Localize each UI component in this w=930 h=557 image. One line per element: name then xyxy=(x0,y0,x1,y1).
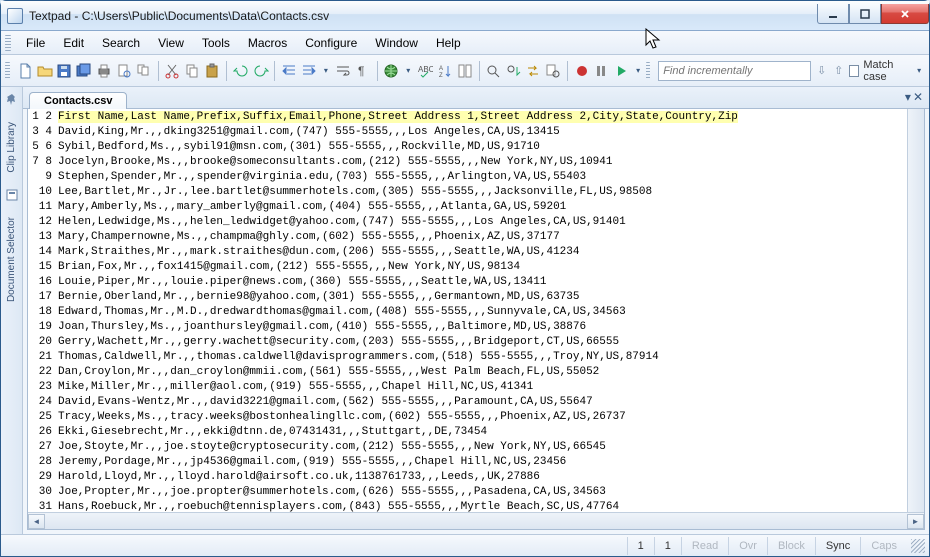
menubar-grip[interactable] xyxy=(5,35,11,51)
search-overflow[interactable]: ▾ xyxy=(913,66,925,75)
spellcheck-icon[interactable]: ABC xyxy=(416,60,434,82)
open-file-icon[interactable] xyxy=(36,60,54,82)
menu-configure[interactable]: Configure xyxy=(296,33,366,53)
play-macro-icon[interactable] xyxy=(612,60,630,82)
titlebar: Textpad - C:\Users\Public\Documents\Data… xyxy=(1,1,929,31)
vertical-scrollbar[interactable] xyxy=(907,109,924,529)
pin-icon[interactable] xyxy=(5,93,19,107)
status-block: Block xyxy=(767,537,815,555)
document-tabs: Contacts.csv ▾ ✕ xyxy=(23,87,929,109)
undo-icon[interactable] xyxy=(232,60,250,82)
print-preview-icon[interactable] xyxy=(115,60,133,82)
show-para-icon[interactable]: ¶ xyxy=(354,60,372,82)
toolbar-grip[interactable] xyxy=(5,62,10,80)
svg-text:A: A xyxy=(439,66,443,72)
web-icon[interactable] xyxy=(382,60,400,82)
maximize-button[interactable] xyxy=(849,4,881,24)
match-case-label: Match case xyxy=(863,59,909,83)
find-next-icon[interactable] xyxy=(504,60,522,82)
scroll-right-icon[interactable]: ► xyxy=(907,514,924,529)
menu-help[interactable]: Help xyxy=(427,33,470,53)
word-wrap-icon[interactable] xyxy=(334,60,352,82)
toolbar: ▾ ¶ ▾ ABC AZ ▾ ⇩ ⇧ Match case ▾ xyxy=(1,55,929,87)
status-caps: Caps xyxy=(860,537,907,555)
menu-macros[interactable]: Macros xyxy=(239,33,296,53)
pause-macro-icon[interactable] xyxy=(592,60,610,82)
statusbar: 1 1 Read Ovr Block Sync Caps xyxy=(1,534,929,556)
status-col: 1 xyxy=(654,537,681,555)
menu-edit[interactable]: Edit xyxy=(54,33,93,53)
copy-icon[interactable] xyxy=(183,60,201,82)
print-icon[interactable] xyxy=(95,60,113,82)
side-tab-clip-library[interactable]: Clip Library xyxy=(3,115,20,180)
record-macro-icon[interactable] xyxy=(573,60,591,82)
side-tab-strip: Clip Library Document Selector xyxy=(1,87,23,534)
tab-contacts[interactable]: Contacts.csv xyxy=(29,92,127,109)
sort-icon[interactable]: AZ xyxy=(436,60,454,82)
find-next-arrow-icon[interactable]: ⇩ xyxy=(815,63,828,79)
menu-search[interactable]: Search xyxy=(93,33,149,53)
save-all-icon[interactable] xyxy=(75,60,93,82)
resize-grip[interactable] xyxy=(911,539,925,553)
text-content[interactable]: First Name,Last Name,Prefix,Suffix,Email… xyxy=(58,109,907,529)
window-controls xyxy=(817,4,929,24)
searchbox-grip[interactable] xyxy=(646,62,650,80)
redo-icon[interactable] xyxy=(252,60,270,82)
close-button[interactable] xyxy=(881,4,929,24)
svg-text:¶: ¶ xyxy=(358,64,364,78)
web-dropdown[interactable]: ▾ xyxy=(402,66,414,75)
menu-file[interactable]: File xyxy=(17,33,54,53)
paste-icon[interactable] xyxy=(203,60,221,82)
incremental-search: ⇩ ⇧ Match case ▾ xyxy=(646,59,925,83)
find-prev-arrow-icon[interactable]: ⇧ xyxy=(832,63,845,79)
scroll-left-icon[interactable]: ◄ xyxy=(28,514,45,529)
find-in-files-icon[interactable] xyxy=(544,60,562,82)
side-tab-document-selector[interactable]: Document Selector xyxy=(3,210,20,309)
tab-close-icon[interactable]: ✕ xyxy=(913,90,923,104)
indent-right-icon[interactable] xyxy=(300,60,318,82)
svg-text:Z: Z xyxy=(439,73,443,79)
tab-dropdown-icon[interactable]: ▾ xyxy=(905,90,911,104)
indent-left-icon[interactable] xyxy=(280,60,298,82)
horizontal-scrollbar[interactable]: ◄ ► xyxy=(28,512,924,529)
find-icon[interactable] xyxy=(485,60,503,82)
toolbar-overflow-1[interactable]: ▾ xyxy=(320,66,332,75)
replace-icon[interactable] xyxy=(524,60,542,82)
status-sync: Sync xyxy=(815,537,860,555)
minimize-button[interactable] xyxy=(817,4,849,24)
find-input[interactable] xyxy=(658,61,811,81)
window-title: Textpad - C:\Users\Public\Documents\Data… xyxy=(29,9,817,23)
editor[interactable]: 1 2 3 4 5 6 7 8 9 10 11 12 13 14 15 16 1… xyxy=(27,109,925,530)
app-icon xyxy=(7,8,23,24)
menu-tools[interactable]: Tools xyxy=(193,33,239,53)
compare-icon[interactable] xyxy=(456,60,474,82)
menubar: File Edit Search View Tools Macros Confi… xyxy=(1,31,929,55)
save-icon[interactable] xyxy=(56,60,74,82)
doc-selector-icon[interactable] xyxy=(5,188,19,202)
status-ovr: Ovr xyxy=(728,537,767,555)
toolbar-overflow-2[interactable]: ▾ xyxy=(632,66,644,75)
menu-view[interactable]: View xyxy=(149,33,193,53)
match-case-checkbox[interactable] xyxy=(849,65,859,77)
manage-files-icon[interactable] xyxy=(135,60,153,82)
svg-text:ABC: ABC xyxy=(418,65,433,74)
status-line: 1 xyxy=(627,537,654,555)
cut-icon[interactable] xyxy=(163,60,181,82)
new-file-icon[interactable] xyxy=(16,60,34,82)
line-gutter: 1 2 3 4 5 6 7 8 9 10 11 12 13 14 15 16 1… xyxy=(28,109,58,529)
menu-window[interactable]: Window xyxy=(366,33,427,53)
status-read: Read xyxy=(681,537,728,555)
